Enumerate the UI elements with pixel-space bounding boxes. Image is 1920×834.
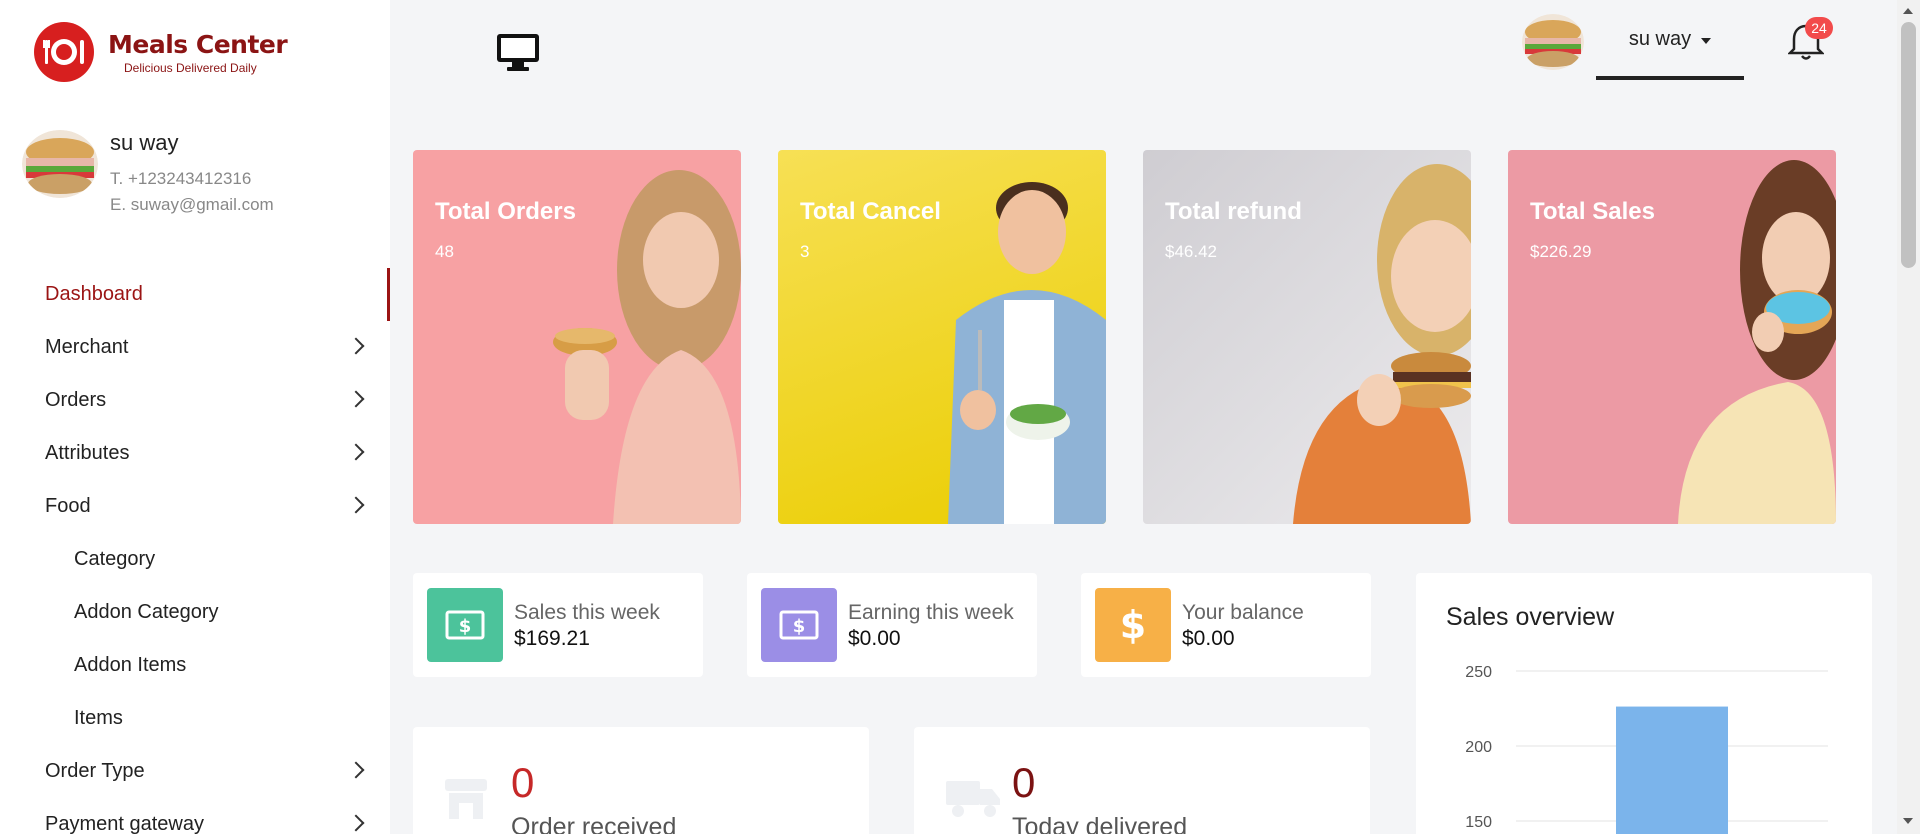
scroll-down-icon[interactable] [1903, 818, 1913, 824]
chevron-right-icon [347, 496, 365, 514]
sidebar-item-label: Addon Category [74, 601, 219, 623]
today-delivered-card: 0 Today delivered [914, 727, 1370, 834]
sidebar-item-addon-items[interactable]: Addon Items [0, 639, 390, 692]
svg-text:$: $ [459, 616, 472, 637]
total-sales-card[interactable]: Total Sales $226.29 [1508, 150, 1836, 524]
sidebar-item-label: Food [45, 495, 91, 517]
total-cancel-card[interactable]: Total Cancel 3 [778, 150, 1106, 524]
brand-title: Meals Center [108, 29, 288, 59]
hero-title: Total Cancel [800, 198, 941, 225]
logo-mark-icon [34, 22, 94, 82]
sales-overview-chart: 250 200 150 [1465, 664, 1828, 834]
your-balance-card: $ Your balance $0.00 [1081, 573, 1371, 677]
user-dropdown[interactable]: su way [1596, 20, 1744, 80]
sales-this-week-card: $ Sales this week $169.21 [413, 573, 703, 677]
hero-value: 3 [800, 242, 810, 261]
chevron-right-icon [347, 443, 365, 461]
desktop-icon[interactable] [496, 33, 540, 78]
chevron-right-icon [347, 761, 365, 779]
sidebar-item-category[interactable]: Category [0, 533, 390, 586]
y-tick-label: 200 [1465, 739, 1492, 756]
stat-value: $0.00 [848, 627, 901, 650]
sidebar-item-orders[interactable]: Orders [0, 374, 390, 427]
order-received-card: 0 Order received [413, 727, 869, 834]
profile-email: E. suway@gmail.com [110, 195, 274, 214]
y-tick-label: 150 [1465, 814, 1492, 831]
dollar-icon: $ [1095, 588, 1171, 662]
hero-title: Total refund [1165, 198, 1302, 225]
notification-badge: 24 [1805, 17, 1833, 39]
caret-down-icon [1701, 38, 1712, 44]
scroll-up-icon[interactable] [1903, 8, 1913, 14]
hero-value: $46.42 [1165, 242, 1217, 261]
y-tick-label: 250 [1465, 664, 1492, 681]
stat-label: Earning this week [848, 601, 1014, 624]
sidebar: Meals Center Delicious Delivered Daily s… [0, 0, 390, 834]
svg-text:$: $ [793, 616, 806, 637]
avatar [22, 130, 98, 198]
sidebar-item-attributes[interactable]: Attributes [0, 427, 390, 480]
svg-text:$: $ [1120, 605, 1146, 645]
chevron-right-icon [347, 337, 365, 355]
stat-value: $169.21 [514, 627, 590, 650]
sidebar-item-label: Addon Items [74, 654, 187, 676]
profile-phone: T. +123243412316 [110, 169, 252, 188]
sidebar-item-label: Orders [45, 389, 107, 411]
hero-title: Total Sales [1530, 198, 1655, 225]
total-orders-card[interactable]: Total Orders 48 [413, 150, 741, 524]
order-received-count: 0 [511, 759, 535, 806]
sidebar-item-label: Order Type [45, 760, 145, 782]
vertical-scrollbar[interactable] [1897, 0, 1920, 834]
chevron-right-icon [347, 814, 365, 832]
scroll-thumb[interactable] [1901, 22, 1916, 268]
sidebar-item-food[interactable]: Food [0, 480, 390, 533]
money-icon: $ [761, 588, 837, 662]
sidebar-item-dashboard[interactable]: Dashboard [0, 268, 390, 321]
chevron-right-icon [347, 390, 365, 408]
sidebar-item-merchant[interactable]: Merchant [0, 321, 390, 374]
brand-logo[interactable]: Meals Center Delicious Delivered Daily [34, 22, 288, 82]
chart-bar[interactable] [1616, 706, 1728, 834]
sidebar-item-order-type[interactable]: Order Type [0, 745, 390, 798]
earning-this-week-card: $ Earning this week $0.00 [747, 573, 1037, 677]
sidebar-item-label: Attributes [45, 442, 130, 464]
stat-label: Your balance [1182, 601, 1304, 624]
brand-tagline: Delicious Delivered Daily [124, 60, 257, 75]
profile-card: su way T. +123243412316 E. suway@gmail.c… [22, 130, 274, 218]
hero-value: $226.29 [1530, 242, 1592, 261]
sidebar-item-label: Items [74, 707, 123, 729]
today-delivered-count: 0 [1012, 759, 1036, 806]
hero-title: Total Orders [435, 198, 576, 225]
truck-icon [944, 777, 1002, 824]
store-icon [443, 777, 489, 826]
order-received-label: Order received [511, 813, 677, 834]
sidebar-item-label: Dashboard [45, 283, 143, 305]
sidebar-item-label: Category [74, 548, 156, 570]
sidebar-item-addon-category[interactable]: Addon Category [0, 586, 390, 639]
stat-value: $0.00 [1182, 627, 1235, 650]
stat-label: Sales this week [514, 601, 660, 624]
today-delivered-label: Today delivered [1012, 813, 1188, 834]
profile-name: su way [110, 130, 179, 155]
sales-overview-card: Sales overview 250 200 150 [1416, 573, 1872, 834]
sidebar-item-label: Merchant [45, 336, 129, 358]
money-icon: $ [427, 588, 503, 662]
sidebar-menu: Dashboard Merchant Orders Attributes Food Cat… [0, 268, 390, 834]
user-dropdown-label: su way [1628, 28, 1692, 50]
sidebar-item-label: Payment gateway [45, 813, 204, 834]
total-refund-card[interactable]: Total refund $46.42 [1143, 150, 1471, 524]
sidebar-item-payment-gateway[interactable]: Payment gateway [0, 798, 390, 834]
hero-value: 48 [435, 242, 454, 261]
header-avatar[interactable] [1522, 14, 1584, 70]
sidebar-item-items[interactable]: Items [0, 692, 390, 745]
